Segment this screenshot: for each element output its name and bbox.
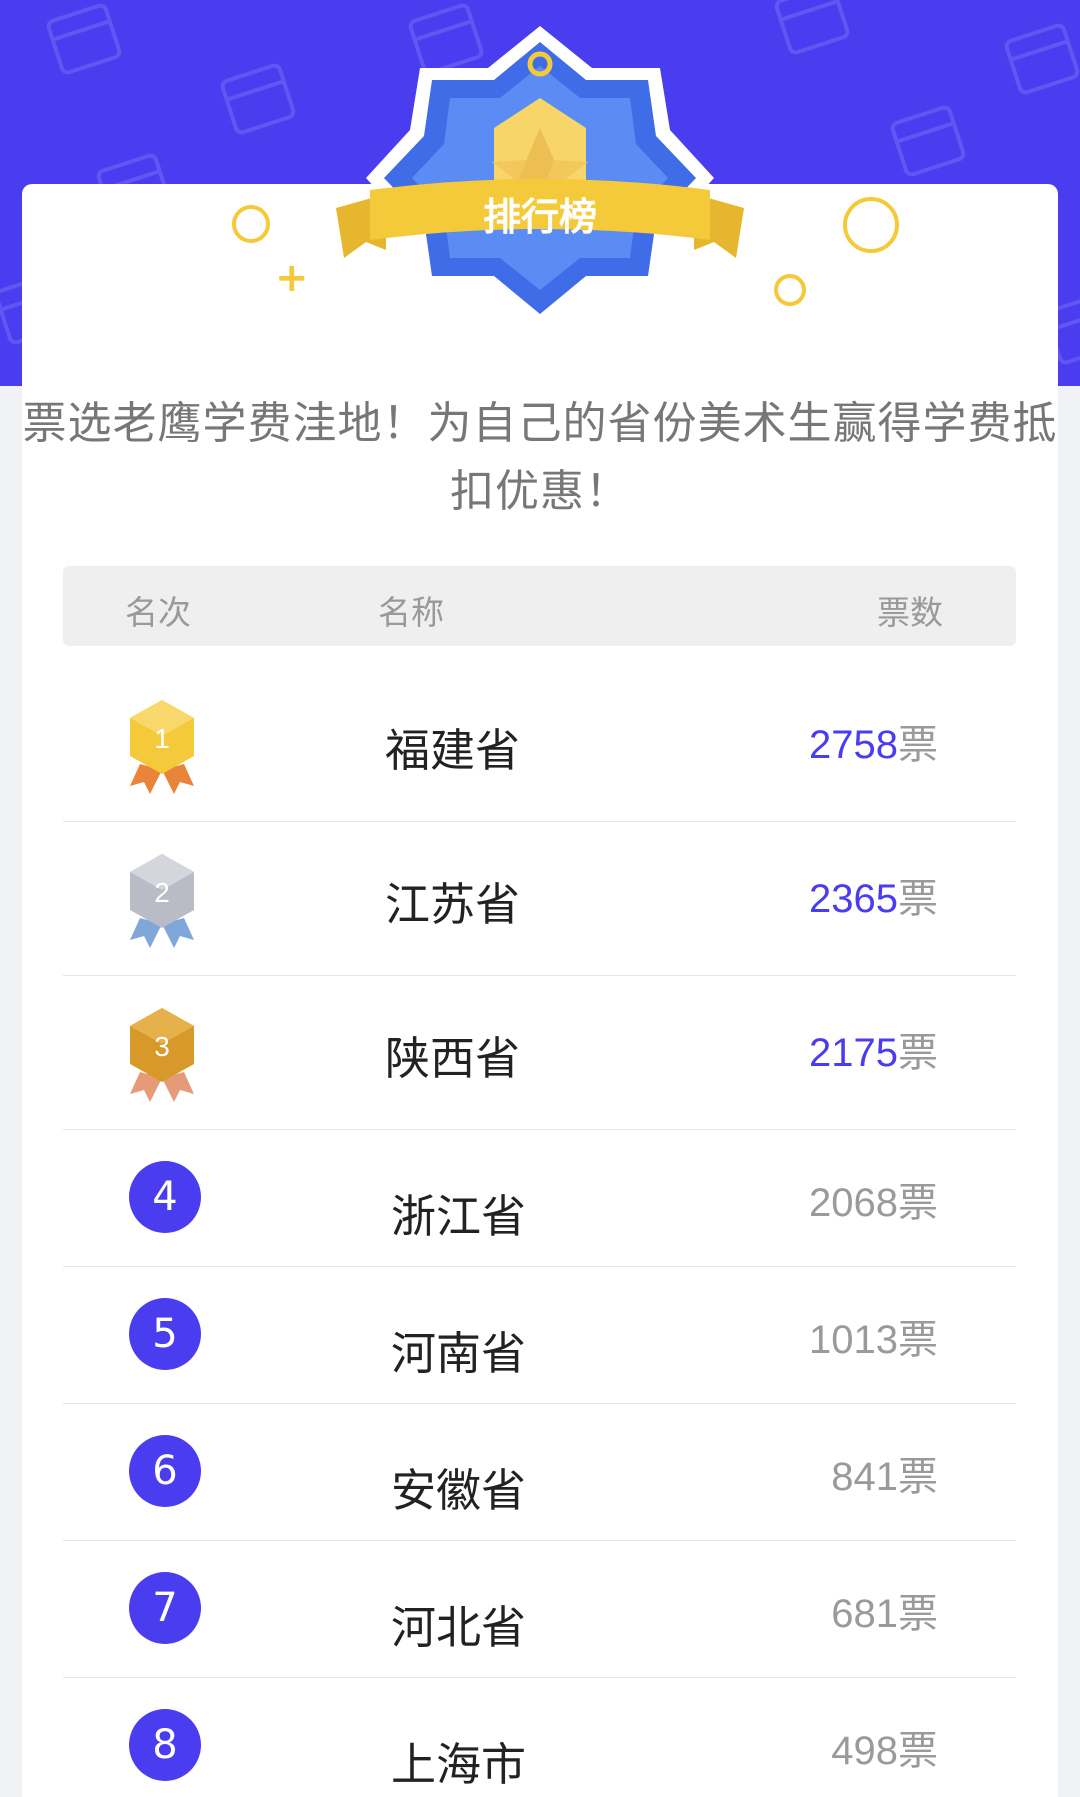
vote-unit: 票 [898,723,938,767]
vote-number: 2758 [809,723,898,767]
province-name: 江苏省 [385,878,521,931]
vote-number: 498 [831,1729,898,1773]
vote-number: 1013 [809,1318,898,1362]
province-name: 河北省 [391,1601,527,1654]
plus-decoration: + [275,255,309,301]
table-row[interactable]: 3 陕西省 2175票 [63,976,1016,1130]
rank-number-badge: 6 [129,1435,201,1507]
table-row[interactable]: 5 河南省 1013票 [63,1267,1016,1404]
table-row[interactable]: 2 江苏省 2365票 [63,822,1016,976]
leaderboard-page: + 排行榜 票选老鹰学费洼地！为自己的省份美术生赢得学费抵扣优惠！ 名次 名称 … [0,0,1080,1797]
table-row[interactable]: 7 河北省 681票 [63,1541,1016,1678]
province-name: 安徽省 [391,1464,527,1517]
rank-number-badge: 5 [129,1298,201,1370]
province-name: 河南省 [391,1327,527,1380]
gift-box-icon [44,1,124,77]
header-votes: 票数 [877,593,943,632]
header-name: 名称 [378,593,444,632]
vote-number: 2068 [809,1181,898,1225]
badge-title: 排行榜 [482,195,597,239]
vote-count: 2068票 [809,1170,938,1228]
rank-number-badge: 7 [129,1572,201,1644]
province-name: 浙江省 [391,1190,527,1243]
gift-box-icon [772,0,852,57]
vote-unit: 票 [898,1181,938,1225]
table-row[interactable]: 1 福建省 2758票 [63,668,1016,822]
vote-number: 2175 [809,1031,898,1075]
header-rank: 名次 [125,593,191,632]
vote-number: 681 [831,1592,898,1636]
vote-number: 841 [831,1455,898,1499]
vote-unit: 票 [898,1729,938,1773]
badge-icon [336,26,744,330]
rank-number-badge: 4 [129,1161,201,1233]
gold-medal-icon: 1 [126,698,198,798]
vote-unit: 票 [898,1592,938,1636]
province-name: 福建省 [385,724,521,777]
vote-count: 2175票 [809,1020,938,1078]
vote-unit: 票 [898,1031,938,1075]
ring-decoration [843,197,899,253]
intro-text: 票选老鹰学费洼地！为自己的省份美术生赢得学费抵扣优惠！ [22,398,1058,517]
vote-count: 2758票 [809,712,938,770]
table-row[interactable]: 4 浙江省 2068票 [63,1130,1016,1267]
vote-count: 841票 [831,1444,938,1502]
vote-count: 1013票 [809,1307,938,1365]
svg-text:2: 2 [154,877,170,908]
gift-box-icon [218,61,298,137]
ranking-list: 1 福建省 2758票 2 江苏省 2365票 3 陕西省 2175票 4 浙江… [63,668,1016,1797]
vote-number: 2365 [809,877,898,921]
vote-unit: 票 [898,877,938,921]
vote-count: 2365票 [809,866,938,924]
svg-text:1: 1 [154,723,170,754]
table-row[interactable]: 6 安徽省 841票 [63,1404,1016,1541]
table-header: 名次 名称 票数 [63,566,1016,646]
vote-unit: 票 [898,1318,938,1362]
vote-count: 681票 [831,1581,938,1639]
silver-medal-icon: 2 [126,852,198,952]
province-name: 上海市 [391,1738,527,1791]
gift-box-icon [888,103,968,179]
gift-box-icon [1002,21,1080,97]
table-row[interactable]: 8 上海市 498票 [63,1678,1016,1797]
bronze-medal-icon: 3 [126,1006,198,1106]
svg-text:3: 3 [154,1031,170,1062]
vote-count: 498票 [831,1718,938,1776]
ring-decoration [774,274,806,306]
vote-unit: 票 [898,1455,938,1499]
province-name: 陕西省 [385,1032,521,1085]
leaderboard-badge: 排行榜 [330,18,750,338]
rank-number-badge: 8 [129,1709,201,1781]
ring-decoration [232,205,270,243]
